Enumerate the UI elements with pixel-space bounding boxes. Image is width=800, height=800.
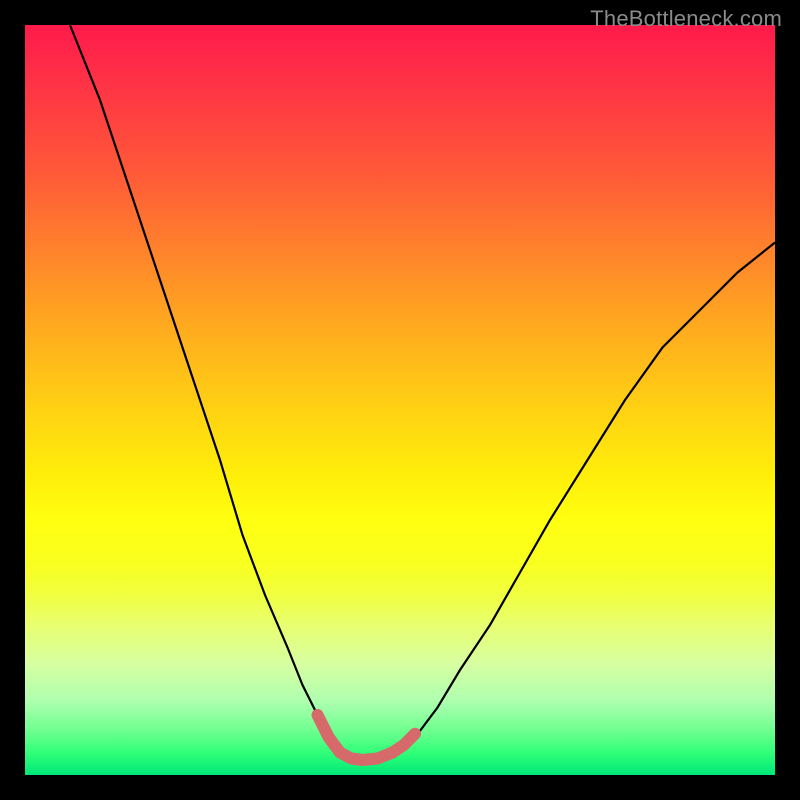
watermark-text: TheBottleneck.com xyxy=(590,6,782,32)
left-curve xyxy=(70,25,340,753)
curves-svg xyxy=(25,25,775,775)
valley-highlight xyxy=(318,715,416,760)
plot-area xyxy=(25,25,775,775)
right-curve xyxy=(400,243,775,753)
